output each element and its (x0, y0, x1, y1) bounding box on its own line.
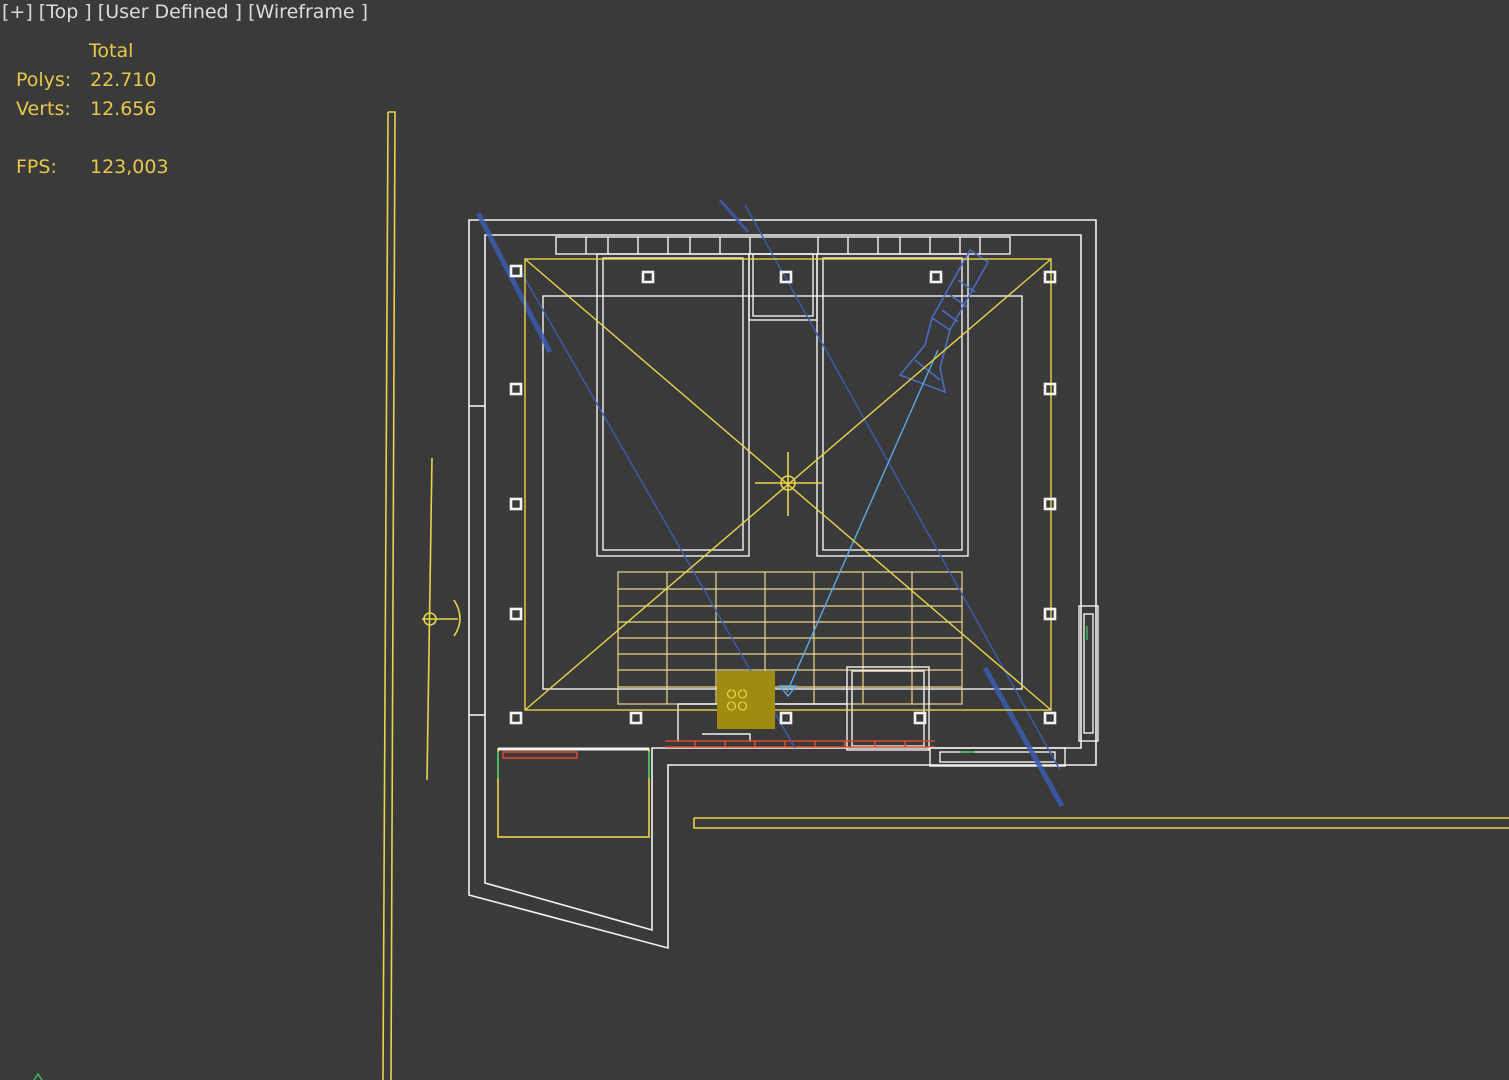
sun-light-helper[interactable] (422, 457, 461, 781)
ceiling-recess[interactable] (542, 295, 1023, 690)
target-camera[interactable] (898, 248, 990, 394)
axis-gizmo-icon (33, 1072, 43, 1080)
ceiling-light[interactable] (1043, 497, 1057, 511)
blue-helper-plane-top[interactable] (718, 199, 750, 233)
ceiling-light[interactable] (1043, 607, 1057, 621)
ceiling-light[interactable] (1043, 382, 1057, 396)
ceiling-light[interactable] (509, 711, 523, 725)
bed-right[interactable] (816, 253, 969, 557)
blue-helper-plane-left[interactable] (475, 211, 553, 354)
window-right[interactable] (1078, 605, 1099, 742)
ceiling-light[interactable] (779, 711, 793, 725)
ceiling-light[interactable] (1043, 711, 1057, 725)
exterior-wall-vertical[interactable] (382, 111, 396, 1080)
area-light-target-icon[interactable] (755, 452, 822, 516)
nightstand[interactable] (748, 253, 818, 321)
room-walls[interactable] (468, 219, 1097, 950)
ceiling-light[interactable] (641, 270, 655, 284)
ceiling-light[interactable] (509, 382, 523, 396)
exterior-wall-horizontal[interactable] (693, 817, 1509, 829)
selected-object[interactable] (717, 671, 775, 729)
balcony-door[interactable] (497, 747, 650, 778)
bed-left[interactable] (596, 253, 750, 557)
ceiling-light[interactable] (509, 607, 523, 621)
ceiling-light[interactable] (509, 497, 523, 511)
balcony[interactable] (497, 748, 650, 838)
ceiling-light[interactable] (1043, 270, 1057, 284)
wall-cabinet-strip[interactable] (555, 236, 1011, 255)
wireframe-viewport-canvas[interactable] (0, 0, 1509, 1080)
ceiling-light[interactable] (929, 270, 943, 284)
ceiling-light[interactable] (629, 711, 643, 725)
window-bottom[interactable] (929, 747, 1066, 767)
